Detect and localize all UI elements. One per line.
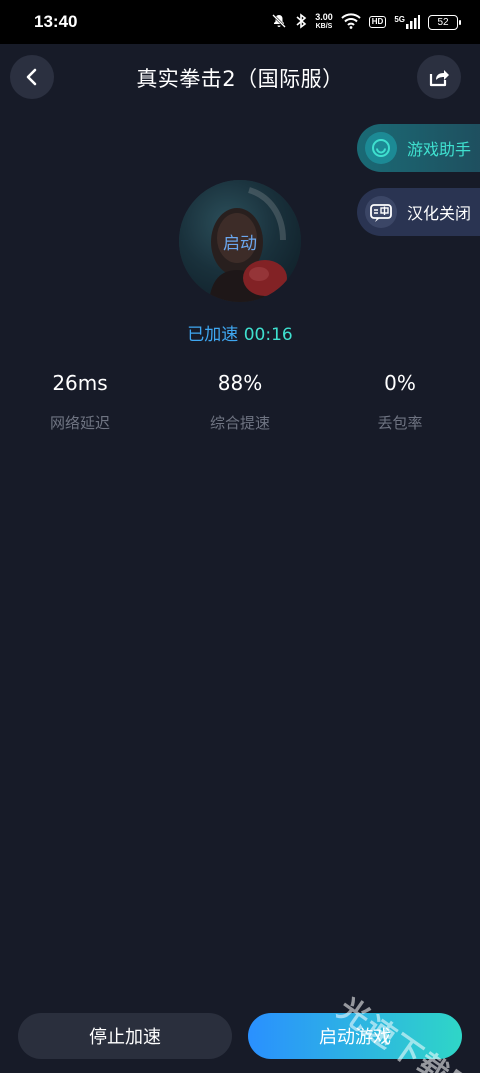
- stop-acceleration-button[interactable]: 停止加速: [18, 1013, 232, 1059]
- hd-badge: HD: [368, 16, 387, 28]
- stat-label: 丢包率: [377, 414, 423, 432]
- game-avatar[interactable]: 启动: [179, 180, 301, 302]
- stat-speedup: 88% 综合提速: [170, 370, 310, 433]
- wifi-icon: [341, 12, 361, 32]
- battery-icon: 52: [428, 14, 461, 30]
- header: 真实拳击2（国际服）: [0, 44, 480, 110]
- status-time: 13:40: [34, 12, 78, 31]
- accel-status: 已加速 00:16: [0, 320, 480, 345]
- status-bar: 13:40 3.00 KB/S HD 5G 52: [0, 0, 480, 44]
- translate-icon: [365, 196, 397, 228]
- accel-timer: 00:16: [243, 325, 293, 345]
- stat-packet-loss: 0% 丢包率: [330, 370, 470, 433]
- share-button[interactable]: [417, 55, 461, 99]
- mute-icon: [271, 13, 287, 32]
- stat-value: 26ms: [52, 371, 108, 395]
- stats-panel: 26ms 网络延迟 88% 综合提速 0% 丢包率: [0, 370, 480, 440]
- translation-toggle-label: 汉化关闭: [407, 204, 472, 223]
- signal-icon: 5G: [394, 15, 420, 29]
- stat-value: 0%: [384, 371, 416, 395]
- game-assistant-label: 游戏助手: [407, 140, 472, 159]
- translation-toggle-button[interactable]: 汉化关闭: [357, 188, 480, 236]
- assistant-icon: [365, 132, 397, 164]
- game-assistant-button[interactable]: 游戏助手: [357, 124, 480, 172]
- accel-label: 已加速: [187, 325, 239, 345]
- status-icons: 3.00 KB/S HD 5G 52: [271, 12, 461, 32]
- stat-latency: 26ms 网络延迟: [10, 370, 150, 433]
- stat-label: 网络延迟: [49, 414, 110, 432]
- stat-label: 综合提速: [209, 414, 270, 432]
- net-speed: 3.00 KB/S: [315, 12, 333, 31]
- launch-overlay-label: 启动: [179, 180, 301, 302]
- bluetooth-icon: [295, 12, 307, 32]
- page-title: 真实拳击2（国际服）: [136, 67, 344, 91]
- share-icon: [429, 70, 449, 87]
- stat-value: 88%: [217, 371, 263, 395]
